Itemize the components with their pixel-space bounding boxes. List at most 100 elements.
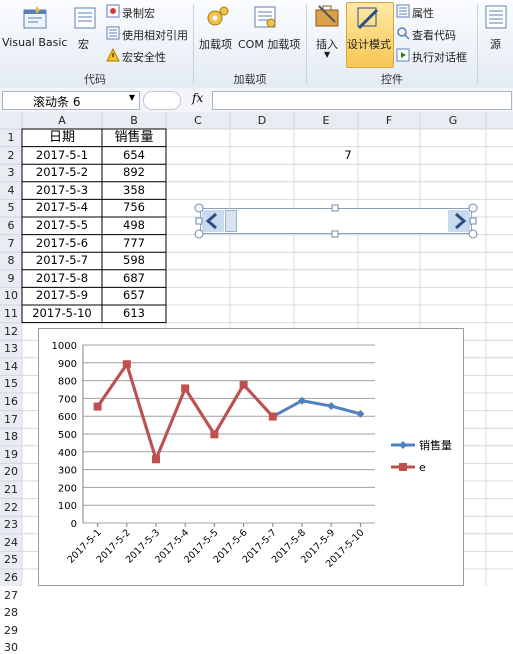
- design-mode-icon: [355, 4, 383, 35]
- table-cell[interactable]: 687: [102, 270, 166, 287]
- macro-button[interactable]: 宏: [78, 36, 89, 52]
- row-header[interactable]: 25: [0, 553, 22, 566]
- table-cell[interactable]: 2017-5-1: [22, 147, 102, 164]
- column-header-f[interactable]: F: [358, 114, 420, 127]
- record-macro-button[interactable]: 录制宏: [122, 5, 155, 21]
- row-header[interactable]: 27: [0, 589, 22, 602]
- column-header-c[interactable]: C: [166, 114, 230, 127]
- row-header[interactable]: 4: [0, 184, 22, 197]
- addins-button[interactable]: 加载项: [199, 36, 232, 52]
- legend-label: 销售量: [419, 438, 452, 452]
- row-header[interactable]: 26: [0, 571, 22, 584]
- column-header-b[interactable]: B: [102, 114, 166, 127]
- row-header[interactable]: 7: [0, 237, 22, 250]
- column-header-d[interactable]: D: [230, 114, 294, 127]
- row-header[interactable]: 3: [0, 166, 22, 179]
- table-cell[interactable]: 2017-5-9: [22, 287, 102, 304]
- properties-button[interactable]: 属性: [412, 5, 434, 21]
- source-button[interactable]: 源: [490, 36, 501, 52]
- row-header[interactable]: 24: [0, 536, 22, 549]
- record-macro-icon: [106, 4, 120, 21]
- row-header[interactable]: 21: [0, 483, 22, 496]
- table-cell[interactable]: 2017-5-4: [22, 199, 102, 216]
- row-header[interactable]: 2: [0, 149, 22, 162]
- table-cell[interactable]: 498: [102, 217, 166, 234]
- row-header[interactable]: 15: [0, 377, 22, 390]
- row-header[interactable]: 18: [0, 430, 22, 443]
- row-header[interactable]: 6: [0, 219, 22, 232]
- data-point-square: [239, 380, 248, 389]
- name-box[interactable]: 滚动条 6 ▼: [2, 91, 140, 110]
- row-header[interactable]: 5: [0, 201, 22, 214]
- table-cell[interactable]: 2017-5-8: [22, 270, 102, 287]
- chevron-down-icon[interactable]: ▼: [129, 93, 135, 102]
- toolbox-icon: [313, 2, 341, 33]
- worksheet[interactable]: ABCDEFG 1 2 3 4 5 6 7 8 9 10 11 12 13 14 15 16 17 18 19 20 2…: [0, 112, 513, 654]
- row-header[interactable]: 17: [0, 413, 22, 426]
- y-tick-label: 200: [58, 483, 77, 494]
- visual-basic-button[interactable]: Visual Basic: [2, 36, 67, 49]
- table-header-cell[interactable]: 销售量: [102, 129, 166, 146]
- table-header-cell[interactable]: 日期: [22, 129, 102, 146]
- table-cell[interactable]: 2017-5-6: [22, 235, 102, 252]
- row-header[interactable]: 11: [0, 307, 22, 320]
- ribbon: Visual Basic 宏 录制宏 使用相对引用 宏安全性 代码 加载项 CO…: [0, 0, 513, 89]
- row-header[interactable]: 13: [0, 342, 22, 355]
- y-tick-label: 800: [58, 377, 77, 388]
- macro-security-button[interactable]: 宏安全性: [122, 49, 166, 65]
- table-cell[interactable]: 777: [102, 235, 166, 252]
- row-header[interactable]: 10: [0, 289, 22, 302]
- data-point-square: [210, 430, 219, 439]
- formula-input[interactable]: [212, 91, 512, 110]
- table-cell[interactable]: 2017-5-3: [22, 182, 102, 199]
- fx-button[interactable]: fx: [192, 91, 203, 105]
- row-header[interactable]: 9: [0, 272, 22, 285]
- macro-icon: [72, 4, 98, 33]
- visual-basic-icon: [22, 4, 48, 33]
- table-cell[interactable]: 657: [102, 287, 166, 304]
- row-header[interactable]: 12: [0, 325, 22, 338]
- warning-icon: [106, 47, 120, 65]
- row-header[interactable]: 16: [0, 395, 22, 408]
- table-cell[interactable]: 892: [102, 164, 166, 181]
- y-tick-label: 600: [58, 412, 77, 423]
- ribbon-separator: [306, 4, 307, 84]
- row-header[interactable]: 14: [0, 360, 22, 373]
- selection-handles[interactable]: [193, 202, 479, 240]
- view-code-button[interactable]: 查看代码: [412, 27, 456, 43]
- cell-e2[interactable]: 7: [338, 147, 358, 164]
- legend-marker: [399, 441, 407, 449]
- data-point-square: [268, 412, 277, 421]
- table-cell[interactable]: 358: [102, 182, 166, 199]
- row-header[interactable]: 19: [0, 448, 22, 461]
- y-tick-label: 300: [58, 466, 77, 477]
- column-header-a[interactable]: A: [22, 114, 102, 127]
- table-cell[interactable]: 2017-5-10: [22, 305, 102, 322]
- table-cell[interactable]: 2017-5-2: [22, 164, 102, 181]
- row-header[interactable]: 22: [0, 501, 22, 514]
- row-header[interactable]: 20: [0, 465, 22, 478]
- row-header[interactable]: 23: [0, 518, 22, 531]
- y-tick-label: 100: [58, 501, 77, 512]
- table-cell[interactable]: 613: [102, 305, 166, 322]
- column-header-e[interactable]: E: [294, 114, 358, 127]
- row-header[interactable]: 1: [0, 131, 22, 144]
- run-dialog-button[interactable]: 执行对话框: [412, 49, 467, 65]
- table-cell[interactable]: 2017-5-7: [22, 252, 102, 269]
- data-point-diamond: [327, 402, 336, 411]
- chevron-down-icon[interactable]: ▼: [324, 50, 330, 59]
- formula-splitter[interactable]: [143, 91, 181, 110]
- relative-reference-button[interactable]: 使用相对引用: [122, 27, 188, 43]
- line-chart[interactable]: 0 100 200 300 400 500 600 700 800 900 1000 2017-5-1…: [38, 328, 464, 586]
- table-cell[interactable]: 2017-5-5: [22, 217, 102, 234]
- table-cell[interactable]: 756: [102, 199, 166, 216]
- row-header[interactable]: 8: [0, 254, 22, 267]
- row-header[interactable]: 28: [0, 606, 22, 619]
- row-header[interactable]: 29: [0, 624, 22, 637]
- table-cell[interactable]: 654: [102, 147, 166, 164]
- column-header-g[interactable]: G: [420, 114, 486, 127]
- com-addins-button[interactable]: COM 加载项: [238, 36, 300, 52]
- row-header[interactable]: 30: [0, 641, 22, 654]
- table-cell[interactable]: 598: [102, 252, 166, 269]
- data-point-square: [152, 455, 160, 464]
